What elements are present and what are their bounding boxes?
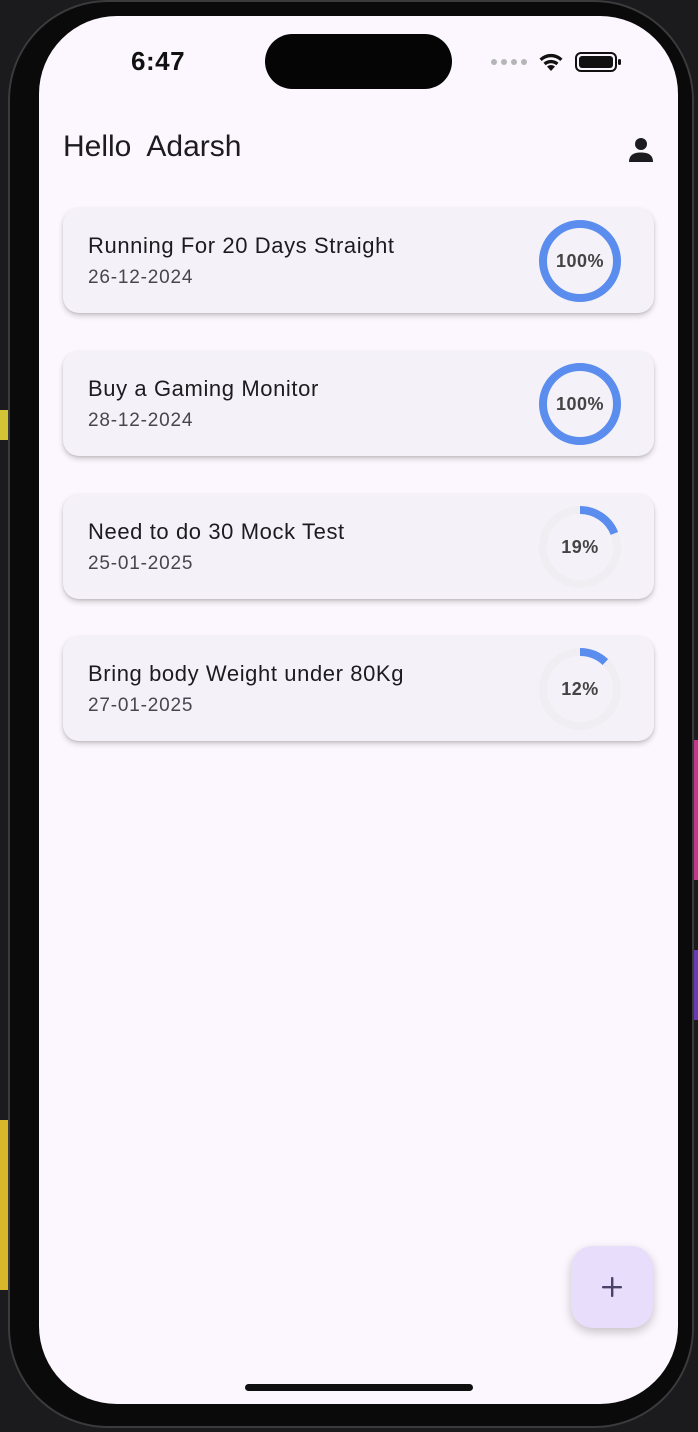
goal-card[interactable]: Bring body Weight under 80Kg 27-01-2025 …	[63, 636, 654, 741]
dark-mode-button[interactable]	[551, 130, 591, 170]
progress-percent: 100%	[555, 250, 605, 271]
goal-card[interactable]: Buy a Gaming Monitor 28-12-2024 100%	[63, 351, 654, 456]
progress-percent: 100%	[555, 393, 605, 414]
dynamic-island	[265, 34, 452, 89]
goal-title: Bring body Weight under 80Kg	[88, 661, 405, 686]
progress-percent: 12%	[561, 678, 599, 699]
plus-icon	[602, 1277, 622, 1297]
cellular-dots-icon	[491, 59, 527, 65]
goal-title: Buy a Gaming Monitor	[88, 376, 319, 401]
battery-icon	[575, 52, 621, 72]
status-time: 6:47	[131, 46, 186, 76]
app-screen: 6:47 Hello Adarsh Running For 20 Days St…	[39, 16, 678, 1404]
home-indicator[interactable]	[245, 1384, 473, 1391]
goal-title: Running For 20 Days Straight	[88, 233, 395, 258]
goal-card[interactable]: Need to do 30 Mock Test 25-01-2025 19%	[63, 494, 654, 599]
goal-date: 26-12-2024	[88, 267, 194, 288]
phone-frame: 6:47 Hello Adarsh Running For 20 Days St…	[8, 0, 694, 1428]
progress-percent: 19%	[561, 536, 599, 557]
goal-date: 25-01-2025	[88, 553, 194, 574]
goal-title: Need to do 30 Mock Test	[88, 519, 345, 544]
moon-icon	[567, 137, 580, 163]
person-icon	[629, 138, 653, 162]
profile-button[interactable]	[621, 130, 661, 170]
app-header: Hello Adarsh	[39, 126, 678, 176]
status-bar: 6:47	[39, 16, 678, 106]
add-goal-button[interactable]	[571, 1246, 653, 1328]
greeting-title: Hello Adarsh	[63, 130, 242, 163]
goal-date: 28-12-2024	[88, 410, 194, 431]
status-icons	[491, 50, 623, 74]
wifi-icon	[539, 53, 563, 71]
goal-card[interactable]: Running For 20 Days Straight 26-12-2024 …	[63, 208, 654, 313]
goal-date: 27-01-2025	[88, 695, 194, 716]
